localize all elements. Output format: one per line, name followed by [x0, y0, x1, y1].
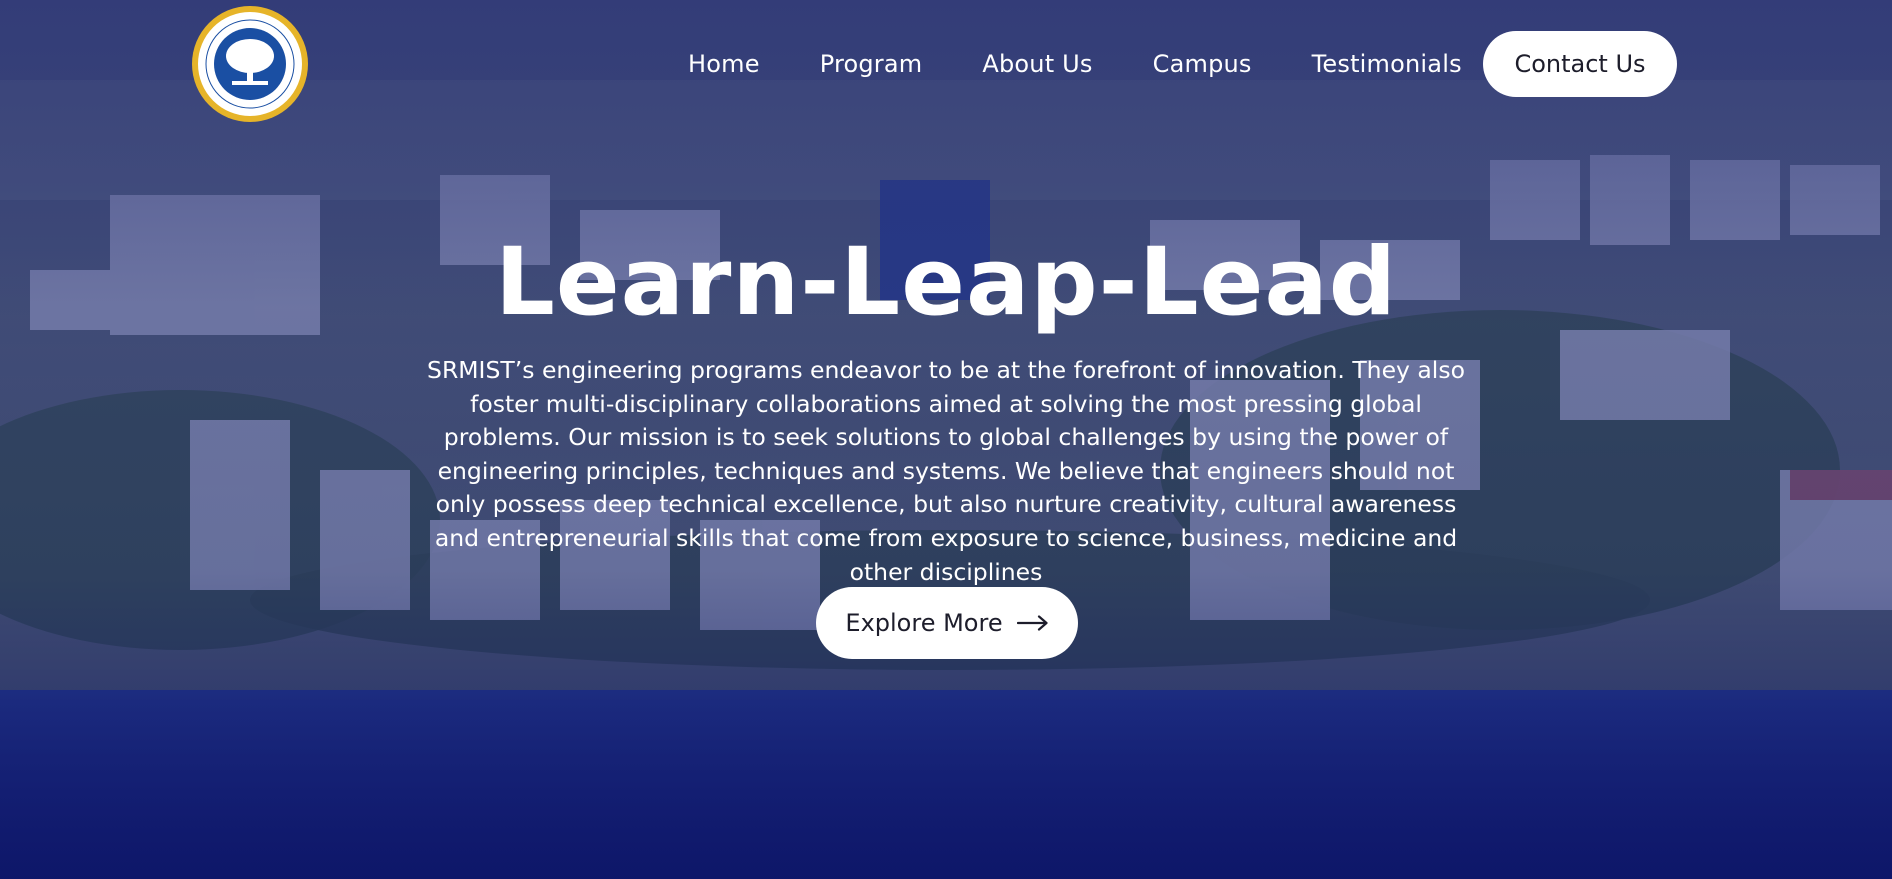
- srm-seal-icon: [192, 6, 308, 122]
- nav-testimonials[interactable]: Testimonials: [1312, 50, 1462, 78]
- nav-home[interactable]: Home: [688, 50, 760, 78]
- nav-program[interactable]: Program: [820, 50, 923, 78]
- explore-more-button[interactable]: Explore More: [816, 587, 1078, 659]
- main-nav: Home Program About Us Campus Testimonial…: [688, 31, 1522, 97]
- hero-title: Learn-Leap-Lead: [494, 228, 1398, 337]
- arrow-right-icon: [1016, 615, 1048, 631]
- contact-us-button[interactable]: Contact Us: [1483, 31, 1677, 97]
- explore-more-label: Explore More: [845, 609, 1003, 637]
- university-logo[interactable]: [190, 4, 310, 124]
- hero-description: SRMIST’s engineering programs endeavor t…: [427, 356, 1465, 586]
- nav-about-us[interactable]: About Us: [982, 50, 1092, 78]
- nav-campus[interactable]: Campus: [1153, 50, 1252, 78]
